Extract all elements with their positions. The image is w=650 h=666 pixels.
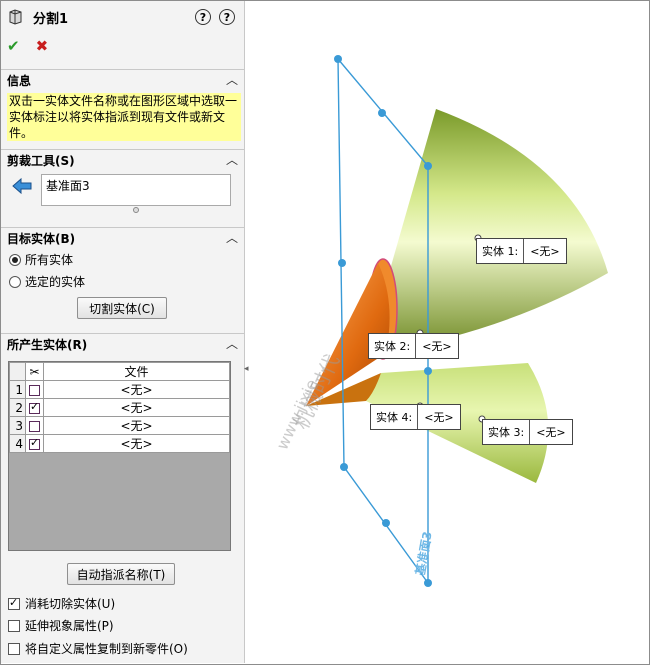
option-consume-cut-bodies[interactable]: 消耗切除实体(U) (8, 595, 115, 612)
table-row[interactable]: 1 <无> (9, 380, 230, 399)
whats-wrong-icon[interactable]: ? (219, 9, 235, 25)
chevron-up-icon[interactable]: ︿ (226, 71, 238, 88)
cut-part-button[interactable]: 切割实体(C) (77, 297, 167, 319)
body-1-shape[interactable] (381, 109, 608, 351)
page-title: 分割1 (33, 11, 69, 27)
row-checkbox[interactable] (29, 384, 40, 396)
option-copy-custom-props[interactable]: 将自定义属性复制到新零件(O) (8, 640, 188, 657)
table-row[interactable]: 3 <无> (9, 416, 230, 435)
row-checkbox[interactable] (29, 420, 40, 432)
model-view: 基准面3 机械时代 www.jixie... (272, 55, 608, 587)
trim-tool-selection-box[interactable]: 基准面3 (41, 174, 231, 206)
help-icon[interactable]: ? (195, 9, 211, 25)
section-result-header[interactable]: 所产生实体(R) ︿ (1, 333, 245, 353)
radio-unselected[interactable] (9, 275, 21, 288)
section-info-header[interactable]: 信息 ︿ (1, 69, 245, 89)
checkbox[interactable] (8, 596, 20, 610)
split-feature-icon (9, 9, 22, 25)
selection-arrow-icon (12, 177, 32, 195)
body-label-3[interactable]: 实体 3: <无> (482, 419, 573, 445)
checkbox[interactable] (8, 619, 20, 632)
table-header-row: ✂ 文件 (9, 362, 230, 381)
column-header-file: 文件 (43, 362, 230, 381)
chevron-up-icon[interactable]: ︿ (226, 151, 238, 168)
ok-button[interactable]: ✔ (7, 37, 20, 55)
property-manager: 分割1 ? ? ✔ ✖ 信息 ︿ 双击一实体文件名称或在图形区域中选取一实体标注… (1, 1, 245, 663)
radio-selected-bodies[interactable]: 选定的实体 (9, 273, 85, 290)
cancel-button[interactable]: ✖ (36, 37, 49, 55)
auto-assign-names-button[interactable]: 自动指派名称(T) (67, 563, 175, 585)
body-label-4[interactable]: 实体 4: <无> (370, 404, 461, 430)
graphics-area[interactable]: 基准面3 机械时代 www.jixie... 实体 1: <无> 实体 2: <无>… (246, 1, 649, 663)
pm-title-bar: 分割1 (7, 7, 68, 27)
table-row[interactable]: 2 <无> (9, 398, 230, 417)
scissors-icon: ✂ (25, 362, 44, 381)
trim-tool-item[interactable]: 基准面3 (46, 179, 90, 193)
body-label-2[interactable]: 实体 2: <无> (368, 333, 459, 359)
bodies-table: ✂ 文件 1 <无> 2 <无> 3 <无> 4 <无> (8, 361, 231, 551)
option-extend-appearance[interactable]: 延伸视象属性(P) (8, 617, 114, 634)
chevron-up-icon[interactable]: ︿ (226, 229, 238, 246)
row-checkbox[interactable] (29, 436, 40, 450)
section-trim-header[interactable]: 剪裁工具(S) ︿ (1, 149, 245, 169)
radio-selected[interactable] (9, 253, 21, 266)
table-row[interactable]: 4 <无> (9, 434, 230, 453)
resize-handle[interactable] (133, 207, 139, 213)
checkbox[interactable] (8, 642, 20, 655)
section-target-header[interactable]: 目标实体(B) ︿ (1, 227, 245, 247)
ok-cancel-bar: ✔ ✖ (7, 37, 48, 55)
plane-name-label: 基准面3 (412, 530, 435, 577)
chevron-up-icon[interactable]: ︿ (226, 335, 238, 352)
radio-all-bodies[interactable]: 所有实体 (9, 251, 73, 268)
body-label-1[interactable]: 实体 1: <无> (476, 238, 567, 264)
info-message: 双击一实体文件名称或在图形区域中选取一实体标注以将实体指派到现有文件或新文件。 (7, 93, 241, 141)
row-checkbox[interactable] (29, 400, 40, 414)
